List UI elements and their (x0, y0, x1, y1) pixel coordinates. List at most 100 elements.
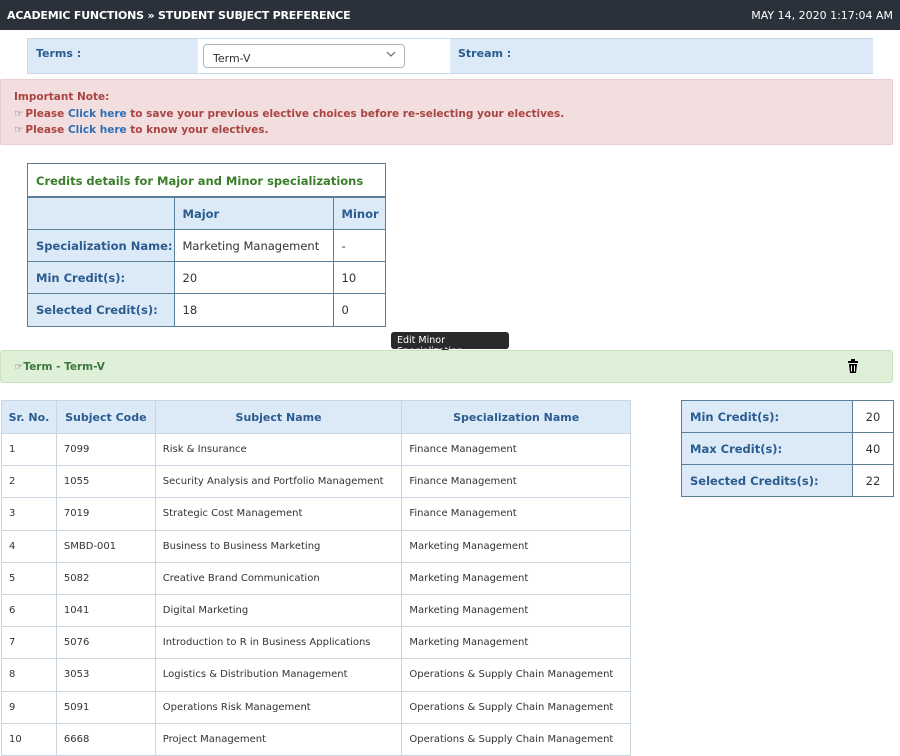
row-label: Specialization Name: (28, 229, 175, 262)
specialization-name: Operations & Supply Chain Management (401, 690, 631, 724)
subject-code: 7099 (56, 432, 156, 466)
know-electives-link[interactable]: Click here (68, 124, 127, 136)
summary-min-value: 20 (852, 400, 894, 433)
sr-no: 3 (1, 497, 57, 531)
major-specialization-name: Marketing Management (173, 229, 334, 262)
summary-max-label: Max Credit(s): (681, 432, 853, 465)
col-sr-no: Sr. No. (1, 400, 57, 434)
subject-code: 7019 (56, 497, 156, 531)
subject-code: 6668 (56, 722, 156, 756)
specialization-name: Marketing Management (401, 626, 631, 659)
subject-name: Logistics & Distribution Management (155, 658, 403, 691)
table-row: 1 7099 Risk & Insurance Finance Management (1, 432, 631, 466)
specialization-name: Finance Management (401, 432, 631, 466)
sr-no: 1 (1, 432, 57, 466)
summary-max-value: 40 (852, 432, 894, 465)
credits-details-panel: Credits details for Major and Minor spec… (27, 163, 386, 327)
col-subject-name: Subject Name (155, 400, 403, 434)
sr-no: 9 (1, 690, 57, 724)
credits-details-caption: Credits details for Major and Minor spec… (28, 164, 385, 197)
subject-code: 5076 (56, 626, 156, 659)
top-header-bar: ACADEMIC FUNCTIONS » STUDENT SUBJECT PRE… (0, 0, 900, 30)
summary-selected-value: 22 (852, 464, 894, 497)
sr-no: 6 (1, 593, 57, 627)
specialization-name: Finance Management (401, 497, 631, 531)
specialization-name: Finance Management (401, 465, 631, 498)
pointing-hand-icon: ☞ (14, 361, 24, 373)
table-row: 3 7019 Strategic Cost Management Finance Ma… (1, 497, 631, 531)
date-time: MAY 14, 2020 1:17:04 AM (751, 9, 893, 22)
sr-no: 4 (1, 529, 57, 563)
specialization-name: Operations & Supply Chain Management (401, 722, 631, 756)
subject-name: Digital Marketing (155, 593, 403, 627)
minor-min-credits: 10 (332, 261, 385, 294)
specialization-name: Marketing Management (401, 561, 631, 595)
important-note: Important Note: ☞ Please Click here to sa… (0, 79, 893, 145)
subject-name: Operations Risk Management (155, 690, 403, 724)
specialization-name: Marketing Management (401, 593, 631, 627)
stream-value (620, 39, 873, 73)
summary-selected-label: Selected Credits(s): (681, 464, 853, 497)
table-row: 6 1041 Digital Marketing Marketing Manageme… (1, 593, 631, 627)
col-major: Major (173, 197, 334, 230)
terms-select[interactable]: Term-V (203, 44, 405, 68)
sr-no: 8 (1, 658, 57, 691)
table-row: 2 1055 Security Analysis and Portfolio Man… (1, 465, 631, 498)
col-minor: Minor (332, 197, 385, 230)
table-row: 5 5082 Creative Brand Communication Marketi… (1, 561, 631, 595)
subject-name: Risk & Insurance (155, 432, 403, 466)
row-label: Selected Credit(s): (28, 293, 175, 326)
subject-code: 1041 (56, 593, 156, 627)
major-selected-credits: 18 (173, 293, 334, 326)
subject-name: Project Management (155, 722, 403, 756)
table-row: 4 SMBD-001 Business to Business Marketing M… (1, 529, 631, 563)
table-row: 7 5076 Introduction to R in Business Appli… (1, 626, 631, 659)
specialization-name: Marketing Management (401, 529, 631, 563)
term-bar: ☞Term - Term-V (0, 350, 893, 383)
terms-select-cell: Term-V (198, 39, 450, 73)
subject-name: Security Analysis and Portfolio Manageme… (155, 465, 403, 498)
note-line-save: ☞ Please Click here to save your previous… (14, 107, 565, 120)
subject-code: 1055 (56, 465, 156, 498)
pointing-hand-icon: ☞ (14, 107, 24, 120)
subject-code: 5082 (56, 561, 156, 595)
stream-label: Stream : (450, 39, 620, 73)
subject-name: Business to Business Marketing (155, 529, 403, 563)
terms-select-value: Term-V (213, 52, 251, 65)
chevron-down-icon (386, 49, 396, 62)
col-specialization-name: Specialization Name (401, 400, 631, 434)
credits-summary-table: Min Credit(s): 20 Max Credit(s): 40 Sele… (681, 400, 894, 497)
credits-details-table: Major Minor Specialization Name: Marketi… (28, 197, 385, 326)
sr-no: 10 (1, 722, 57, 756)
terms-row: Terms : Term-V Stream : (27, 38, 873, 74)
major-min-credits: 20 (173, 261, 334, 294)
minor-selected-credits: 0 (332, 293, 385, 326)
trash-icon[interactable] (848, 359, 858, 373)
term-label: ☞Term - Term-V (14, 361, 105, 373)
sr-no: 2 (1, 465, 57, 498)
subject-code: SMBD-001 (56, 529, 156, 563)
subject-code: 5091 (56, 690, 156, 724)
edit-minor-tooltip: Edit Minor Specialization (391, 332, 509, 357)
terms-label: Terms : (28, 39, 198, 73)
sr-no: 5 (1, 561, 57, 595)
subject-name: Strategic Cost Management (155, 497, 403, 531)
note-line-know: ☞ Please Click here to know your elective… (14, 124, 269, 136)
specialization-name: Operations & Supply Chain Management (401, 658, 631, 691)
table-row: 9 5091 Operations Risk Management Operation… (1, 690, 631, 724)
subject-name: Creative Brand Communication (155, 561, 403, 595)
subjects-table: Sr. No. Subject Code Subject Name Specia… (1, 400, 631, 756)
breadcrumb: ACADEMIC FUNCTIONS » STUDENT SUBJECT PRE… (7, 9, 351, 22)
sr-no: 7 (1, 626, 57, 659)
pointing-hand-icon: ☞ (14, 124, 24, 136)
summary-min-label: Min Credit(s): (681, 400, 853, 433)
credits-header-blank (28, 197, 175, 230)
table-row: 10 6668 Project Management Operations & Sup… (1, 722, 631, 756)
col-subject-code: Subject Code (56, 400, 156, 434)
subject-name: Introduction to R in Business Applicatio… (155, 626, 403, 659)
minor-specialization-name[interactable]: - (332, 229, 385, 262)
save-choices-link[interactable]: Click here (68, 108, 127, 120)
table-row: 8 3053 Logistics & Distribution Management… (1, 658, 631, 691)
row-label: Min Credit(s): (28, 261, 175, 294)
note-title: Important Note: (14, 91, 110, 103)
